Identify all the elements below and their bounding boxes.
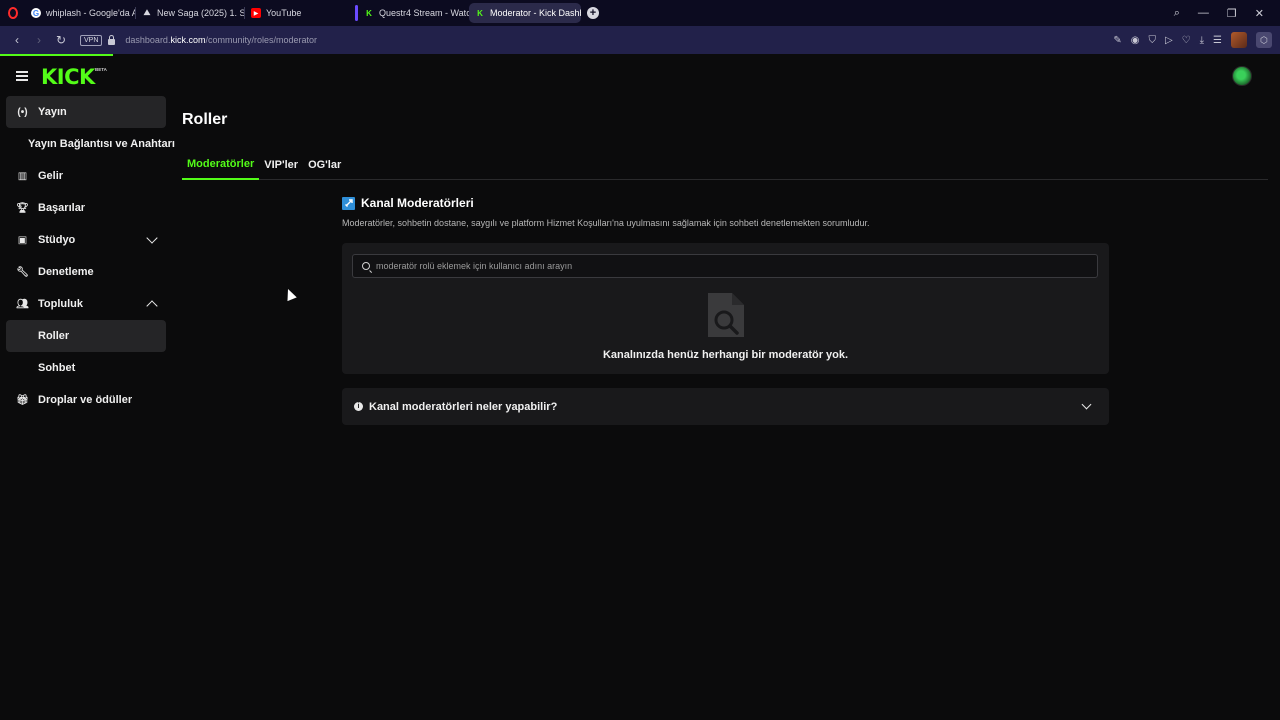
studio-icon: ▣ — [17, 234, 28, 246]
empty-state-text: Kanalınızda henüz herhangi bir moderatör… — [602, 349, 849, 361]
mouse-cursor-icon — [283, 287, 297, 302]
reload-icon[interactable]: ↻ — [50, 33, 72, 47]
sidebar-item-sohbet[interactable]: Sohbet — [6, 352, 166, 384]
sidebar: (•) Yayın Yayın Bağlantısı ve Anahtarı ▥… — [6, 96, 175, 416]
close-icon[interactable]: ✕ — [1255, 7, 1264, 20]
sidebar-item-stream-key[interactable]: Yayın Bağlantısı ve Anahtarı — [6, 128, 175, 160]
channel-moderators-section: Kanal Moderatörleri Moderatörler, sohbet… — [342, 196, 1109, 425]
kick-favicon-icon: K — [364, 8, 374, 18]
faq-accordion[interactable]: i Kanal moderatörleri neler yapabilir? — [342, 388, 1109, 425]
gift-icon: 🎁︎ — [16, 394, 29, 406]
new-tab-button[interactable]: + — [587, 7, 599, 19]
search-input[interactable] — [376, 261, 1076, 271]
browser-tab-google[interactable]: G whiplash - Google'da Ara — [25, 3, 135, 23]
tab-vips[interactable]: VIP'ler — [259, 150, 303, 180]
empty-document-search-icon — [708, 293, 744, 337]
youtube-favicon-icon: ▶ — [251, 8, 261, 18]
heart-icon[interactable]: ♡ — [1182, 35, 1191, 46]
vpn-badge[interactable]: VPN — [80, 34, 103, 46]
back-icon[interactable]: ‹ — [6, 33, 28, 47]
user-avatar[interactable] — [1232, 66, 1252, 86]
page-title: Roller — [182, 111, 228, 128]
moderators-card: Kanalınızda henüz herhangi bir moderatör… — [342, 243, 1109, 374]
search-box[interactable] — [352, 254, 1098, 278]
sidebar-item-droplar[interactable]: 🎁︎ Droplar ve ödüller — [6, 384, 166, 416]
shield-icon[interactable]: ⛉ — [1148, 35, 1156, 46]
minimize-icon[interactable]: — — [1198, 7, 1209, 19]
menu-icon[interactable]: ☰ — [1213, 35, 1222, 46]
edit-icon[interactable]: ✎ — [1113, 35, 1121, 46]
community-icon: 👥︎ — [16, 298, 29, 310]
hamburger-menu-icon[interactable] — [16, 71, 28, 81]
broadcast-icon: (•) — [17, 106, 28, 118]
profile-avatar[interactable] — [1231, 32, 1247, 48]
chevron-down-icon[interactable] — [1081, 399, 1092, 410]
moderator-sword-icon — [342, 196, 355, 210]
section-title: Kanal Moderatörleri — [361, 196, 474, 210]
opera-logo-icon[interactable] — [8, 7, 18, 19]
info-icon: i — [354, 402, 363, 411]
download-icon[interactable]: ⤓ — [1200, 35, 1204, 46]
sidebar-item-roller[interactable]: Roller — [6, 320, 166, 352]
browser-tab-youtube[interactable]: ▶ YouTube — [245, 3, 355, 23]
google-favicon-icon: G — [31, 8, 41, 18]
browser-tab-new-saga[interactable]: ⛰ New Saga (2025) 1. Sezon — [136, 3, 244, 23]
search-tabs-icon[interactable]: ⌕ — [1174, 7, 1180, 20]
forward-icon[interactable]: › — [28, 33, 50, 47]
wrench-icon: 🔧︎ — [16, 266, 29, 278]
sidebar-item-basarilar[interactable]: 🏆︎ Başarılar — [6, 192, 166, 224]
tab-moderators[interactable]: Moderatörler — [182, 150, 260, 180]
kick-logo[interactable]: KICK — [41, 65, 95, 89]
camera-icon[interactable]: ◉ — [1131, 35, 1140, 46]
roles-tabs: Moderatörler VIP'ler OG'lar — [182, 150, 1268, 180]
chevron-up-icon[interactable] — [146, 300, 158, 312]
faq-title: Kanal moderatörleri neler yapabilir? — [369, 400, 558, 413]
sidebar-item-yayin[interactable]: (•) Yayın — [6, 96, 166, 128]
url-field[interactable]: dashboard.kick.com/community/roles/moder… — [125, 35, 317, 45]
site-favicon-icon: ⛰ — [143, 8, 151, 17]
sidebar-item-topluluk[interactable]: 👥︎ Topluluk — [6, 288, 166, 320]
sidebar-item-denetleme[interactable]: 🔧︎ Denetleme — [6, 256, 166, 288]
trophy-icon: 🏆︎ — [16, 202, 29, 214]
chart-icon: ▥ — [17, 170, 28, 182]
kick-favicon-icon: K — [475, 8, 485, 18]
extension-icon[interactable]: ⬡ — [1256, 32, 1272, 48]
browser-address-bar: ‹ › ↻ VPN dashboard.kick.com/community/r… — [0, 26, 1280, 54]
lock-icon[interactable] — [108, 34, 116, 45]
browser-tab-kick-dashboard[interactable]: K Moderator - Kick Dashbo — [469, 3, 581, 23]
browser-tab-questr4[interactable]: K Questr4 Stream - Watch L — [355, 3, 469, 23]
tab-ogs[interactable]: OG'lar — [303, 150, 346, 180]
browser-tab-bar: G whiplash - Google'da Ara ⛰ New Saga (2… — [0, 0, 1280, 26]
beta-badge: BETA — [95, 67, 107, 72]
search-icon — [362, 262, 370, 270]
app-header: KICK BETA — [0, 56, 1280, 96]
sidebar-item-studyo[interactable]: ▣ Stüdyo — [6, 224, 166, 256]
section-description: Moderatörler, sohbetin dostane, saygılı … — [342, 218, 870, 228]
play-icon[interactable]: ▷ — [1165, 35, 1173, 46]
restore-icon[interactable]: ❐ — [1227, 7, 1237, 20]
sidebar-item-gelir[interactable]: ▥ Gelir — [6, 160, 166, 192]
chevron-down-icon[interactable] — [146, 232, 158, 244]
